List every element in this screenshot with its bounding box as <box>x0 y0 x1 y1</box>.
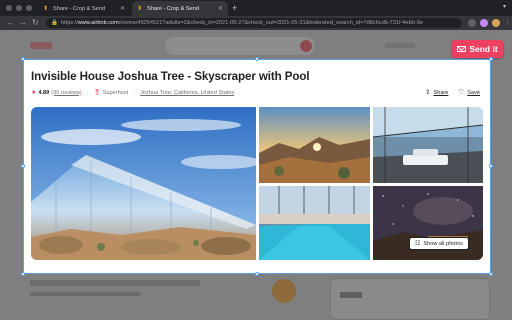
background-booking-card <box>330 278 490 320</box>
crop-handle-bottom-left[interactable] <box>21 272 25 276</box>
address-bar[interactable]: 🔒 https:// www.airbnb.com /rooms/4505452… <box>46 18 462 28</box>
separator: · <box>86 89 89 96</box>
mirrored-house-photo <box>31 107 256 260</box>
share-icon: ⇪ <box>425 89 431 96</box>
menu-kebab-icon[interactable]: ⋮ <box>504 17 511 29</box>
window-maximize-button[interactable] <box>26 5 32 11</box>
url-path: /rooms/45054521?adults=2&check_in=2021-0… <box>118 20 423 26</box>
superhost-medal-icon: 🎖 <box>93 89 101 96</box>
show-all-photos-button[interactable]: ☷ Show all photos <box>409 237 469 250</box>
browser-tab-bar: ⬆ Share - Crop & Send ✕ ⬆ Share - Crop &… <box>0 0 512 16</box>
background-guests-text <box>30 292 140 296</box>
desert-sunset-photo <box>259 107 370 183</box>
tab-close-icon[interactable]: ✕ <box>218 5 223 12</box>
extension-icon[interactable] <box>480 19 488 27</box>
crop-handle-bottom[interactable] <box>255 272 259 276</box>
background-host-avatar <box>272 279 296 303</box>
share-label: Share <box>433 90 449 96</box>
window-close-button[interactable] <box>6 5 12 11</box>
indoor-pool-photo <box>259 186 370 260</box>
url-prefix: https:// <box>60 20 78 26</box>
reload-icon[interactable]: ↻ <box>32 17 39 29</box>
background-search-bar <box>165 37 315 55</box>
crop-handle-right[interactable] <box>489 164 493 168</box>
listing-photo-3[interactable] <box>373 107 483 183</box>
save-label: Save <box>467 90 480 96</box>
airbnb-logo <box>30 42 52 49</box>
send-it-button[interactable]: Send it <box>452 40 503 58</box>
reviews-link[interactable]: (35 reviews) <box>51 90 81 96</box>
crop-selection[interactable]: Invisible House Joshua Tree - Skyscraper… <box>21 57 493 276</box>
profile-avatar[interactable] <box>492 19 500 27</box>
location-link[interactable]: Joshua Tree, California, United States <box>140 90 234 96</box>
share-favicon-icon: ⬆ <box>137 5 143 12</box>
tab-title: Share - Crop & Send <box>53 5 105 12</box>
crop-handle-top-right[interactable] <box>489 57 493 61</box>
listing-photo-main[interactable] <box>31 107 256 260</box>
star-icon: ★ <box>31 90 37 96</box>
listing-photo-2[interactable] <box>259 107 370 183</box>
listing-meta: ★ 4.89 (35 reviews) · 🎖 Superhost · Josh… <box>31 89 234 97</box>
listing-photo-4[interactable] <box>259 186 370 260</box>
url-host: www.airbnb.com <box>77 20 119 26</box>
envelope-icon <box>457 46 467 52</box>
share-favicon-icon: ⬆ <box>43 5 49 12</box>
browser-tab-active[interactable]: ⬆ Share - Crop & Send ✕ <box>132 1 228 16</box>
lock-icon: 🔒 <box>51 20 58 26</box>
listing-title: Invisible House Joshua Tree - Skyscraper… <box>31 70 310 83</box>
crop-handle-bottom-right[interactable] <box>489 272 493 276</box>
crop-handle-left[interactable] <box>21 164 25 168</box>
grid-icon: ☷ <box>415 241 421 247</box>
superhost-label: Superhost <box>102 89 129 96</box>
tab-title: Share - Crop & Send <box>147 5 199 12</box>
send-it-label: Send it <box>469 44 498 54</box>
window-minimize-button[interactable] <box>16 5 22 11</box>
browser-tab[interactable]: ⬆ Share - Crop & Send ✕ <box>38 1 130 16</box>
browser-toolbar: ← → ↻ 🔒 https:// www.airbnb.com /rooms/4… <box>0 16 512 30</box>
background-host-heading <box>30 280 200 286</box>
tab-close-icon[interactable]: ✕ <box>120 5 125 12</box>
show-all-photos-label: Show all photos <box>423 240 463 247</box>
background-price <box>340 292 362 298</box>
deck-lounge-photo <box>373 107 483 183</box>
separator: · <box>133 89 136 96</box>
share-button[interactable]: ⇪ Share <box>425 88 448 96</box>
listing-actions: ⇪ Share ♡ Save <box>425 88 480 96</box>
background-search-button <box>300 40 312 52</box>
plus-icon[interactable]: + <box>232 2 237 14</box>
crop-handle-top[interactable] <box>255 57 259 61</box>
save-button[interactable]: ♡ Save <box>458 88 480 96</box>
heart-icon: ♡ <box>458 89 465 96</box>
background-become-host-link <box>385 43 415 48</box>
extensions-icon[interactable] <box>468 19 476 27</box>
forward-arrow-icon[interactable]: → <box>19 17 27 29</box>
crop-handle-top-left[interactable] <box>21 57 25 61</box>
tab-search-chevron-icon[interactable]: ▾ <box>503 3 506 10</box>
rating-value: 4.89 <box>38 89 50 96</box>
back-arrow-icon[interactable]: ← <box>6 17 14 29</box>
